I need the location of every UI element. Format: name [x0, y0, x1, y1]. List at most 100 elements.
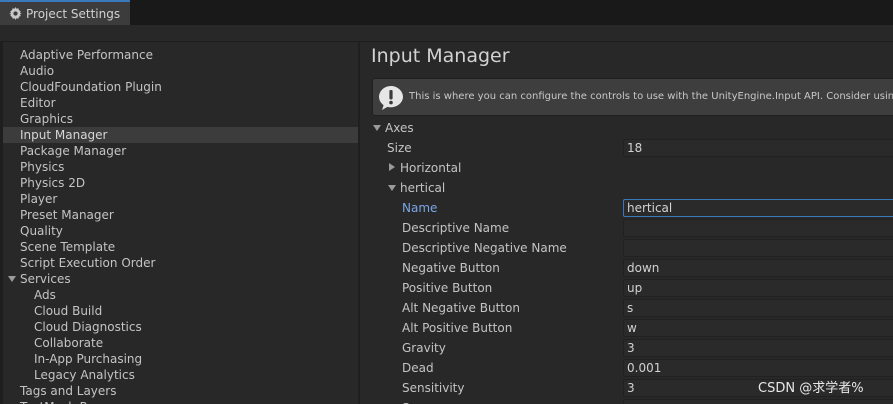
sidebar-item-label: Graphics [20, 112, 73, 126]
settings-sidebar: Adaptive Performance Audio CloudFoundation… [0, 42, 360, 404]
descriptive-negative-name-input[interactable] [623, 239, 893, 257]
tab-bar: Project Settings [0, 0, 893, 25]
property-label: Descriptive Negative Name [402, 241, 567, 255]
sidebar-item-physics[interactable]: Physics [0, 159, 358, 175]
sidebar-item-label: Scene Template [20, 240, 116, 254]
gravity-input[interactable]: 3 [623, 339, 893, 357]
sidebar-item-services[interactable]: Services [0, 271, 358, 287]
sidebar-item-label: Services [20, 272, 71, 286]
sidebar-item-label: Ads [34, 288, 56, 302]
help-text: This is where you can configure the cont… [409, 91, 893, 102]
property-label: Negative Button [402, 261, 500, 275]
property-label: Alt Positive Button [402, 321, 513, 335]
property-row-alt-negative-button: Alt Negative Button s [362, 298, 893, 318]
sidebar-item-label: Cloud Diagnostics [34, 320, 142, 334]
property-label: Axes [385, 121, 414, 135]
sidebar-item-label: Tags and Layers [20, 384, 117, 398]
property-label: Name [402, 201, 438, 215]
tab-title: Project Settings [26, 6, 121, 21]
sidebar-item-label: Physics [20, 160, 65, 174]
property-label: Positive Button [402, 281, 493, 295]
sidebar-item-scene-template[interactable]: Scene Template [0, 239, 358, 255]
sidebar-item-cloud-build[interactable]: Cloud Build [0, 303, 358, 319]
sidebar-item-label: Collaborate [34, 336, 104, 350]
sidebar-item-legacy-analytics[interactable]: Legacy Analytics [0, 367, 358, 383]
sidebar-item-cloud-diagnostics[interactable]: Cloud Diagnostics [0, 319, 358, 335]
property-label: Alt Negative Button [402, 301, 520, 315]
gear-icon [9, 7, 22, 20]
info-speech-bubble-icon [379, 86, 403, 110]
property-row-positive-button: Positive Button up [362, 278, 893, 298]
sidebar-item-label: In-App Purchasing [34, 352, 143, 366]
sidebar-item-graphics[interactable]: Graphics [0, 111, 358, 127]
positive-button-input[interactable]: up [623, 279, 893, 297]
sidebar-item-label: Adaptive Performance [20, 48, 153, 62]
project-settings-window: Project Settings Adaptive Performance Aud… [0, 0, 893, 404]
property-label: Descriptive Name [402, 221, 510, 235]
foldout-arrow-icon[interactable] [373, 125, 381, 131]
sidebar-item-player[interactable]: Player [0, 191, 358, 207]
negative-button-input[interactable]: down [623, 259, 893, 277]
size-input[interactable]: 18 [623, 139, 893, 157]
sidebar-item-in-app-purchasing[interactable]: In-App Purchasing [0, 351, 358, 367]
sidebar-item-label: Physics 2D [20, 176, 86, 190]
sidebar-item-ads[interactable]: Ads [0, 287, 358, 303]
property-row-descriptive-name: Descriptive Name [362, 218, 893, 238]
expand-arrow-icon[interactable] [8, 276, 16, 282]
foldout-arrow-icon[interactable] [389, 163, 395, 171]
property-label: Dead [402, 361, 434, 375]
property-label: Size [387, 141, 412, 155]
sidebar-item-input-manager[interactable]: Input Manager [0, 127, 358, 143]
property-row-alt-positive-button: Alt Positive Button w [362, 318, 893, 338]
property-label: Sensitivity [402, 381, 465, 395]
sidebar-item-label: Script Execution Order [20, 256, 156, 270]
sidebar-item-label: Input Manager [20, 128, 108, 142]
sidebar-item-editor[interactable]: Editor [0, 95, 358, 111]
sidebar-item-label: Preset Manager [20, 208, 114, 222]
sidebar-item-audio[interactable]: Audio [0, 63, 358, 79]
sidebar-item-collaborate[interactable]: Collaborate [0, 335, 358, 351]
alt-negative-button-input[interactable]: s [623, 299, 893, 317]
toolbar-strip [0, 25, 893, 42]
name-input[interactable]: hertical [623, 199, 893, 217]
sidebar-item-physics-2d[interactable]: Physics 2D [0, 175, 358, 191]
sidebar-item-label: Audio [20, 64, 55, 78]
sidebar-item-label: Quality [20, 224, 63, 238]
sidebar-item-preset-manager[interactable]: Preset Manager [0, 207, 358, 223]
foldout-arrow-icon[interactable] [388, 185, 396, 191]
property-row-negative-button: Negative Button down [362, 258, 893, 278]
property-label: Snap [402, 398, 432, 404]
snap-input[interactable] [623, 399, 893, 404]
property-row-name: Name hertical [362, 198, 893, 218]
axes-size-row: Size 18 [362, 138, 893, 158]
property-row-dead: Dead 0.001 [362, 358, 893, 378]
property-label: Gravity [402, 341, 446, 355]
sidebar-item-cloudfoundation-plugin[interactable]: CloudFoundation Plugin [0, 79, 358, 95]
axis-horizontal-foldout: Horizontal [362, 158, 893, 178]
help-box: This is where you can configure the cont… [372, 78, 893, 116]
tab-project-settings[interactable]: Project Settings [0, 0, 130, 25]
dead-input[interactable]: 0.001 [623, 359, 893, 377]
sidebar-item-tags-and-layers[interactable]: Tags and Layers [0, 383, 358, 399]
axis-hertical-foldout: hertical [362, 178, 893, 198]
sidebar-item-label: Package Manager [20, 144, 127, 158]
sidebar-item-textmesh-pro[interactable]: TextMesh Pro [0, 399, 358, 404]
sidebar-item-label: Player [20, 192, 58, 206]
page-title: Input Manager [371, 45, 510, 67]
alt-positive-button-input[interactable]: w [623, 319, 893, 337]
left-edge-divider [0, 42, 3, 404]
property-row-gravity: Gravity 3 [362, 338, 893, 358]
sidebar-item-quality[interactable]: Quality [0, 223, 358, 239]
watermark: CSDN @求学者% [758, 381, 864, 396]
sidebar-item-package-manager[interactable]: Package Manager [0, 143, 358, 159]
sidebar-item-label: CloudFoundation Plugin [20, 80, 162, 94]
sidebar-item-adaptive-performance[interactable]: Adaptive Performance [0, 47, 358, 63]
property-row-snap: Snap [362, 398, 893, 404]
sidebar-item-script-execution-order[interactable]: Script Execution Order [0, 255, 358, 271]
property-label: hertical [400, 181, 446, 195]
property-label: Horizontal [400, 161, 462, 175]
axes-foldout: Axes [362, 118, 893, 138]
sidebar-item-label: Legacy Analytics [34, 368, 135, 382]
descriptive-name-input[interactable] [623, 219, 893, 237]
inspector-panel: Input Manager This is where you can conf… [362, 42, 893, 404]
